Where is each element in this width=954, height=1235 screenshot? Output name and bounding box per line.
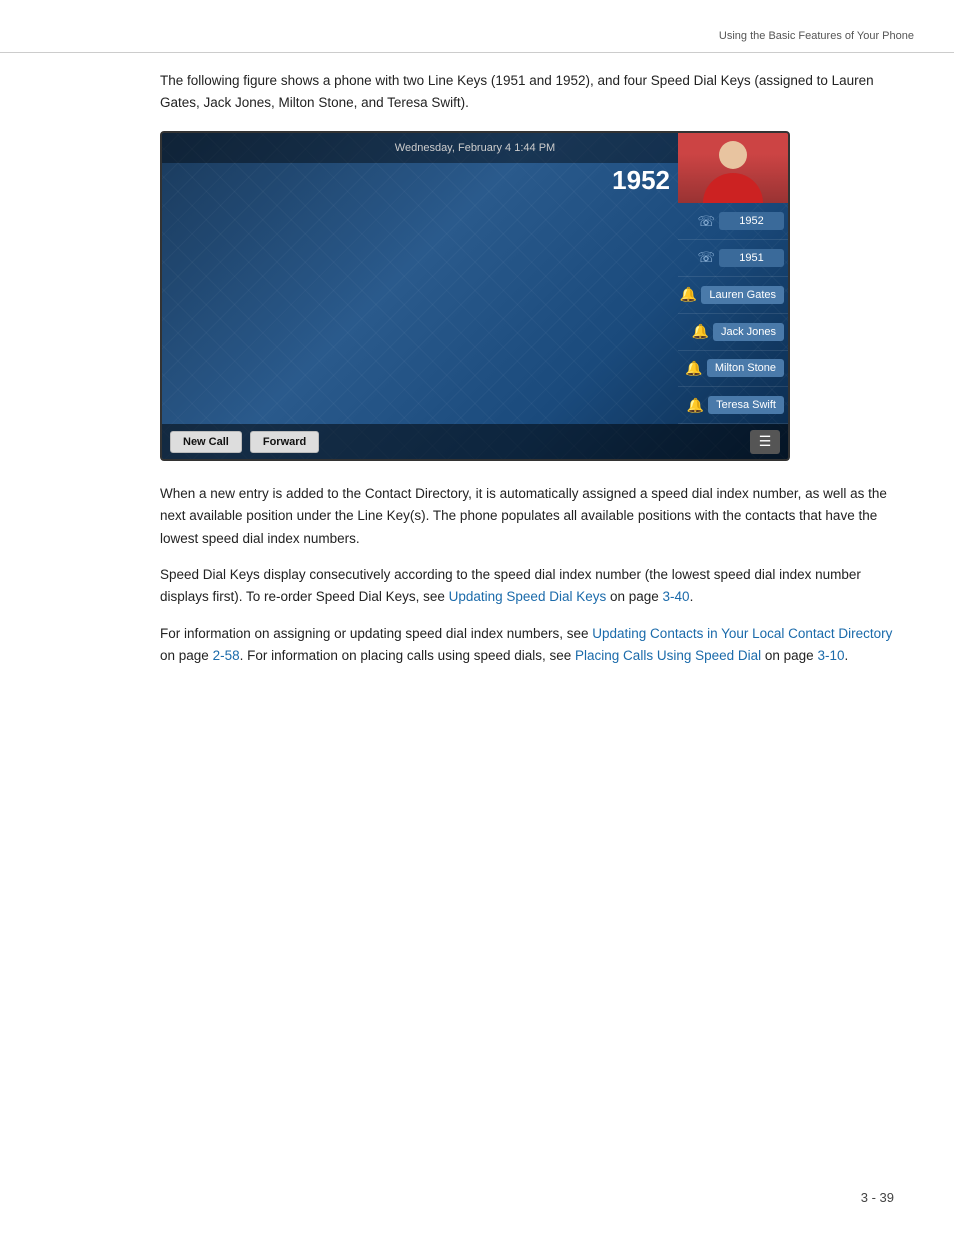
speed-dial-teresa-swift-label: Teresa Swift xyxy=(708,396,784,414)
forward-button[interactable]: Forward xyxy=(250,431,319,453)
menu-icon: ☰ xyxy=(759,433,772,450)
line-key-icon-2: ☏ xyxy=(697,249,715,266)
speed-dial-milton-stone[interactable]: 🔔 Milton Stone xyxy=(678,351,788,388)
speed-dial-icon-3: 🔔 xyxy=(685,360,702,377)
speed-dial-icon-4: 🔔 xyxy=(687,397,704,414)
link-updating-contacts[interactable]: Updating Contacts in Your Local Contact … xyxy=(592,626,892,641)
phone-sidebar: ☏ 1952 ☏ 1951 🔔 Lauren Gates 🔔 Jack Jone… xyxy=(678,133,788,424)
display-number: 1952 xyxy=(612,165,670,196)
speed-dial-lauren-gates-label: Lauren Gates xyxy=(701,286,784,304)
new-call-button[interactable]: New Call xyxy=(170,431,242,453)
speed-dial-icon-2: 🔔 xyxy=(692,323,709,340)
link-updating-speed-dial-keys[interactable]: Updating Speed Dial Keys xyxy=(449,589,607,604)
link-page-2-58[interactable]: 2-58 xyxy=(213,648,240,663)
line-key-1951[interactable]: ☏ 1951 xyxy=(678,240,788,277)
body-paragraph-2: Speed Dial Keys display consecutively ac… xyxy=(160,564,894,609)
speed-dial-milton-stone-label: Milton Stone xyxy=(707,359,784,377)
date-time-label: Wednesday, February 4 1:44 PM xyxy=(395,142,555,154)
line-key-1952-label: 1952 xyxy=(719,212,784,230)
speed-dial-jack-jones-label: Jack Jones xyxy=(713,323,784,341)
speed-dial-teresa-swift[interactable]: 🔔 Teresa Swift xyxy=(678,387,788,424)
speed-dial-lauren-gates[interactable]: 🔔 Lauren Gates xyxy=(678,277,788,314)
body-paragraph-1: When a new entry is added to the Contact… xyxy=(160,483,894,550)
section-title: Using the Basic Features of Your Phone xyxy=(719,30,914,42)
header-rule xyxy=(0,52,954,53)
link-placing-calls-speed-dial[interactable]: Placing Calls Using Speed Dial xyxy=(575,648,761,663)
menu-icon-button[interactable]: ☰ xyxy=(750,430,780,454)
line-key-1951-label: 1951 xyxy=(719,249,784,267)
line-key-icon-1: ☏ xyxy=(697,213,715,230)
sidebar-spacer xyxy=(678,133,788,203)
page-number: 3 - 39 xyxy=(861,1190,894,1205)
line-key-1952[interactable]: ☏ 1952 xyxy=(678,203,788,240)
link-page-3-10[interactable]: 3-10 xyxy=(817,648,844,663)
speed-dial-icon-1: 🔔 xyxy=(680,286,697,303)
body-paragraph-3: For information on assigning or updating… xyxy=(160,623,894,668)
link-page-3-40[interactable]: 3-40 xyxy=(663,589,690,604)
phone-bottom-bar: New Call Forward ☰ xyxy=(162,424,788,459)
main-content: The following figure shows a phone with … xyxy=(160,70,894,681)
speed-dial-jack-jones[interactable]: 🔔 Jack Jones xyxy=(678,314,788,351)
intro-paragraph: The following figure shows a phone with … xyxy=(160,70,894,113)
phone-mockup: Wednesday, February 4 1:44 PM 1952 ☏ 195… xyxy=(160,131,790,461)
